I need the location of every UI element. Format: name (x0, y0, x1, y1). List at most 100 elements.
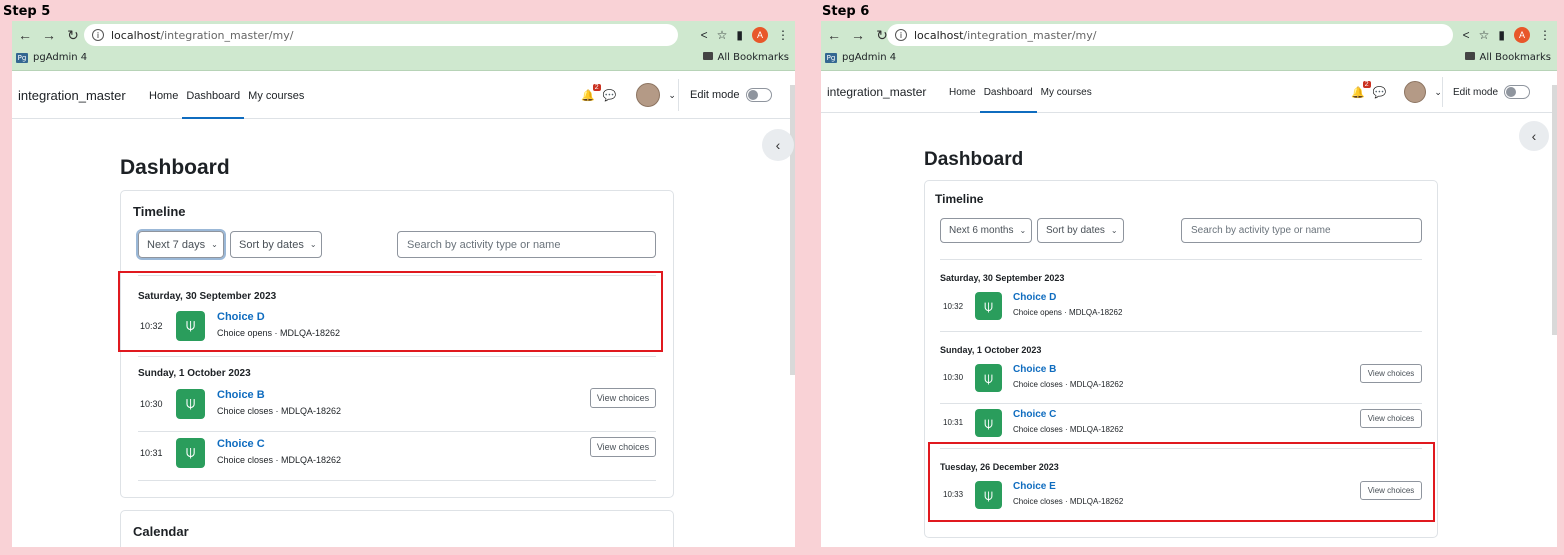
notification-count: 2 (1362, 80, 1371, 88)
bell-icon[interactable]: 🔔 2 (581, 83, 601, 102)
timeline-title: Timeline (133, 204, 186, 219)
site-name[interactable]: integration_master (827, 85, 926, 99)
chevron-down-icon[interactable]: ⌄ (668, 90, 676, 101)
browser-chrome: ← → ↻ i localhost/integration_master/my/… (12, 21, 795, 71)
address-bar[interactable]: i localhost/integration_master/my/ (887, 24, 1453, 46)
nav-dashboard[interactable]: Dashboard (979, 87, 1037, 113)
event-subtitle: Choice closes · MDLQA-18262 (1013, 380, 1124, 389)
primary-nav: Home Dashboard My courses (945, 87, 1096, 113)
chevron-down-icon: ⌄ (309, 240, 317, 249)
toggle-switch[interactable] (745, 88, 772, 102)
event-time: 10:31 (943, 418, 964, 427)
filter-dropdown[interactable]: Next 6 months ⌄ (940, 218, 1032, 243)
event-name[interactable]: Choice C (217, 438, 265, 450)
choice-activity-icon: ⍦ (176, 438, 205, 468)
step-label: Step 6 (822, 4, 870, 19)
chevron-down-icon[interactable]: ⌄ (1434, 87, 1442, 98)
browser-window-step-5: ← → ↻ i localhost/integration_master/my/… (12, 21, 795, 547)
share-icon[interactable]: < (701, 28, 708, 42)
step-label: Step 5 (3, 4, 51, 19)
chat-icon[interactable]: 💬 (1373, 86, 1387, 99)
all-bookmarks[interactable]: All Bookmarks (702, 52, 789, 63)
arrow-right-icon[interactable]: → (40, 27, 58, 44)
arrow-left-icon[interactable]: ← (825, 27, 843, 44)
chevron-down-icon: ⌄ (211, 240, 218, 249)
site-header: integration_master Home Dashboard My cou… (821, 71, 1557, 113)
edit-mode-toggle[interactable]: Edit mode (1453, 85, 1531, 99)
toggle-switch[interactable] (1504, 85, 1531, 99)
view-choices-button[interactable]: View choices (590, 437, 656, 457)
chat-icon[interactable]: 💬 (603, 89, 617, 102)
event-name[interactable]: Choice B (1013, 364, 1056, 375)
nav-home[interactable]: Home (945, 87, 980, 113)
filter-dropdown[interactable]: Next 7 days ⌄ (138, 231, 224, 258)
event-name[interactable]: Choice D (1013, 292, 1056, 303)
address-bar[interactable]: i localhost/integration_master/my/ (84, 24, 678, 46)
chevron-left-icon[interactable]: ‹ (762, 129, 794, 161)
event-subtitle: Choice closes · MDLQA-18262 (1013, 425, 1124, 434)
view-choices-button[interactable]: View choices (1360, 364, 1422, 383)
nav-home[interactable]: Home (145, 90, 182, 119)
event-time: 10:30 (943, 373, 964, 382)
event-subtitle: Choice closes · MDLQA-18262 (217, 406, 342, 416)
event-subtitle: Choice opens · MDLQA-18262 (1013, 308, 1123, 317)
notification-count: 2 (592, 83, 601, 91)
choice-activity-icon: ⍦ (176, 389, 205, 419)
site-name[interactable]: integration_master (18, 88, 126, 103)
event-time: 10:31 (140, 448, 163, 458)
avatar[interactable] (636, 83, 661, 107)
edit-mode-toggle[interactable]: Edit mode (690, 88, 772, 102)
date-heading: Sunday, 1 October 2023 (138, 368, 251, 379)
event-name[interactable]: Choice C (1013, 409, 1056, 420)
site-header: integration_master Home Dashboard My cou… (12, 71, 795, 119)
scrollbar[interactable] (790, 85, 795, 375)
highlight-box (928, 442, 1435, 522)
avatar[interactable] (1404, 81, 1427, 103)
view-choices-button[interactable]: View choices (590, 388, 656, 408)
nav-dashboard[interactable]: Dashboard (182, 90, 245, 119)
date-heading: Saturday, 30 September 2023 (940, 273, 1065, 283)
search-input[interactable]: Search by activity type or name (397, 231, 656, 258)
event-time: 10:30 (140, 399, 163, 409)
highlight-box (118, 271, 663, 352)
profile-avatar[interactable]: A (1514, 27, 1530, 43)
nav-my-courses[interactable]: My courses (1037, 87, 1096, 113)
sidepanel-icon[interactable]: ▮ (736, 28, 743, 42)
sort-dropdown[interactable]: Sort by dates ⌄ (230, 231, 322, 258)
nav-my-courses[interactable]: My courses (244, 90, 308, 119)
chevron-left-icon[interactable]: ‹ (1519, 121, 1549, 151)
event-name[interactable]: Choice B (217, 389, 265, 401)
folder-icon (1464, 52, 1475, 60)
info-icon[interactable]: i (895, 29, 907, 41)
star-icon[interactable]: ☆ (717, 28, 728, 42)
chevron-down-icon: ⌄ (1110, 226, 1118, 235)
sort-dropdown[interactable]: Sort by dates ⌄ (1037, 218, 1124, 243)
share-icon[interactable]: < (1463, 28, 1470, 42)
arrow-left-icon[interactable]: ← (16, 27, 34, 44)
menu-icon[interactable]: ⋮ (777, 28, 789, 42)
page-title: Dashboard (924, 149, 1024, 170)
pgadmin-icon: Pg (16, 53, 28, 63)
date-heading: Sunday, 1 October 2023 (940, 345, 1042, 355)
arrow-right-icon[interactable]: → (849, 27, 867, 44)
timeline-title: Timeline (935, 192, 984, 206)
event-time: 10:32 (943, 302, 964, 311)
bell-icon[interactable]: 🔔 2 (1351, 80, 1371, 99)
chevron-down-icon: ⌄ (1019, 226, 1027, 235)
bookmark-pgadmin[interactable]: Pg pgAdmin 4 (825, 52, 896, 63)
bookmark-pgadmin[interactable]: Pg pgAdmin 4 (16, 52, 87, 63)
calendar-block: Calendar (120, 510, 674, 547)
menu-icon[interactable]: ⋮ (1539, 28, 1551, 42)
reload-icon[interactable]: ↻ (64, 27, 82, 44)
sidepanel-icon[interactable]: ▮ (1498, 28, 1505, 42)
page-title: Dashboard (120, 156, 230, 179)
all-bookmarks[interactable]: All Bookmarks (1464, 52, 1551, 63)
view-choices-button[interactable]: View choices (1360, 409, 1422, 428)
pgadmin-icon: Pg (825, 53, 837, 63)
choice-activity-icon: ⍦ (975, 409, 1002, 437)
info-icon[interactable]: i (92, 29, 104, 41)
star-icon[interactable]: ☆ (1479, 28, 1490, 42)
profile-avatar[interactable]: A (752, 27, 768, 43)
search-input[interactable]: Search by activity type or name (1181, 218, 1422, 243)
scrollbar[interactable] (1552, 85, 1557, 335)
